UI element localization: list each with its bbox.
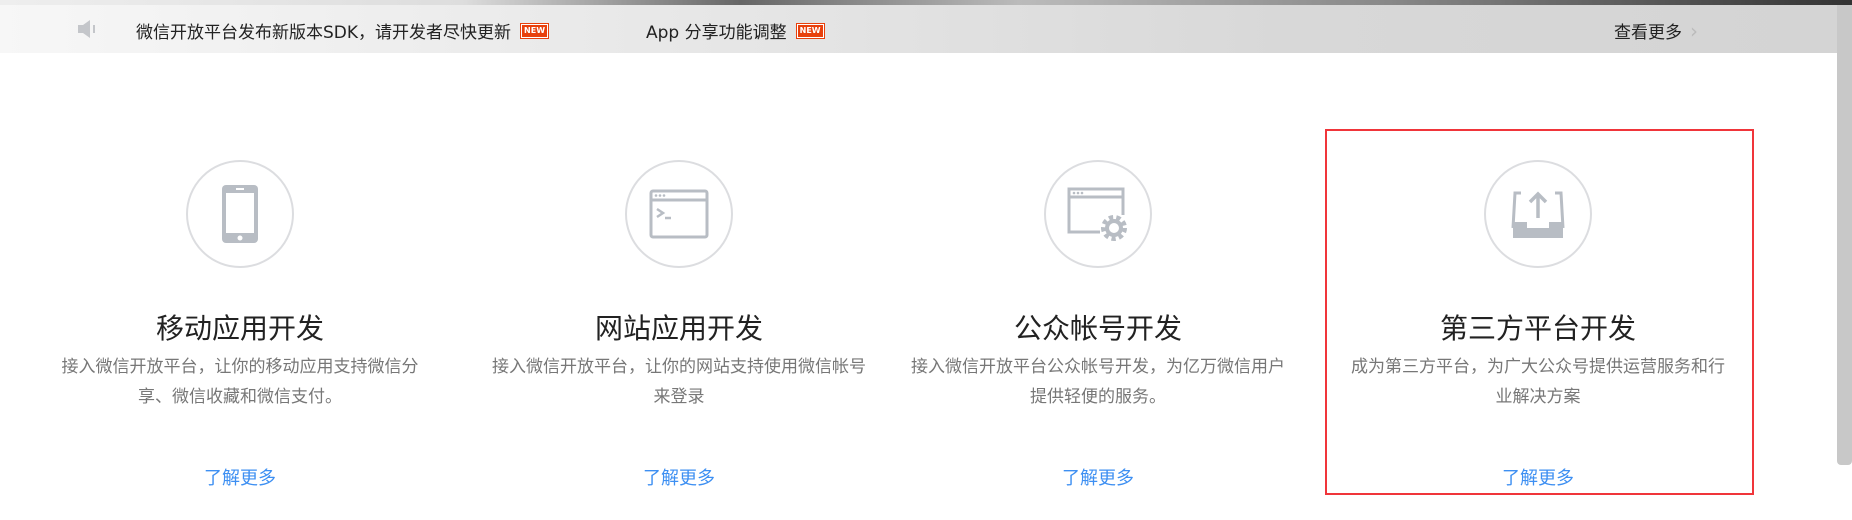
feature-desc: 接入微信开放平台，让你的网站支持使用微信帐号来登录 [492,357,866,407]
feature-card-official-account: 公众帐号开发 接入微信开放平台公众帐号开发，为亿万微信用户提供轻便的服务。 了解… [888,160,1308,489]
feature-desc: 接入微信开放平台公众帐号开发，为亿万微信用户提供轻便的服务。 [911,357,1285,407]
notice-bar: 微信开放平台发布新版本SDK，请开发者尽快更新 NEW App 分享功能调整 N… [0,5,1837,53]
new-badge: NEW [795,22,825,39]
notice-item[interactable]: App 分享功能调整 NEW [646,18,825,43]
feature-title: 网站应用开发 [594,312,763,345]
browser-terminal-icon [625,160,733,268]
speaker-icon [78,20,95,38]
feature-card-website: 网站应用开发 接入微信开放平台，让你的网站支持使用微信帐号来登录 了解更多 [469,160,889,489]
notice-text[interactable]: 微信开放平台发布新版本SDK，请开发者尽快更新 [136,18,511,43]
feature-title: 公众帐号开发 [1013,312,1182,345]
scrollbar[interactable] [1837,5,1852,465]
feature-title: 移动应用开发 [155,312,324,345]
new-badge: NEW [520,22,550,39]
learn-more-link[interactable]: 了解更多 [30,464,450,490]
learn-more-link[interactable]: 了解更多 [469,464,889,490]
highlight-box [1325,129,1754,495]
view-more-link[interactable]: 查看更多 › [1614,18,1698,44]
view-more-label[interactable]: 查看更多 [1614,18,1682,43]
feature-desc: 接入微信开放平台，让你的移动应用支持微信分享、微信收藏和微信支付。 [61,357,419,407]
chevron-right-icon: › [1690,18,1698,43]
browser-gear-icon [1044,160,1152,268]
learn-more-link[interactable]: 了解更多 [888,464,1308,490]
mobile-phone-icon [186,160,294,268]
feature-card-mobile: 移动应用开发 接入微信开放平台，让你的移动应用支持微信分享、微信收藏和微信支付。… [30,160,450,489]
notice-item[interactable]: 微信开放平台发布新版本SDK，请开发者尽快更新 NEW [136,18,550,43]
notice-text[interactable]: App 分享功能调整 [646,18,787,43]
